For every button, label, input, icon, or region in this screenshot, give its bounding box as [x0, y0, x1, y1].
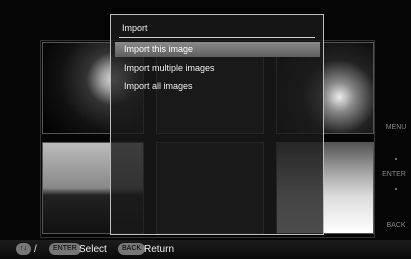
menu-item-import-multiple-images[interactable]: Import multiple images: [115, 61, 320, 76]
separator: /: [34, 244, 37, 255]
enter-key-icon: ENTER: [49, 243, 81, 255]
menu-item-import-all-images[interactable]: Import all images: [115, 79, 320, 94]
menu-item-import-this-image[interactable]: Import this image: [115, 42, 320, 57]
divider: [119, 37, 315, 38]
dot-icon: [395, 188, 397, 190]
help-bar: ↑↓ / ENTER Select BACK Return: [0, 240, 411, 259]
up-down-arrows-icon: ↑↓: [16, 243, 31, 255]
select-label: Select: [79, 244, 107, 255]
enter-label: ENTER: [382, 171, 406, 178]
import-dialog: Import Import this image Import multiple…: [110, 14, 324, 235]
back-label: BACK: [386, 222, 406, 229]
dot-icon: [395, 158, 397, 160]
photo-frame-screen: MENU ENTER BACK Import Import this image…: [0, 0, 411, 240]
return-label: Return: [144, 244, 175, 255]
dialog-title: Import: [122, 23, 148, 33]
menu-label: MENU: [385, 124, 407, 131]
back-key-icon: BACK: [118, 243, 146, 255]
side-controls: MENU ENTER BACK: [381, 0, 411, 240]
